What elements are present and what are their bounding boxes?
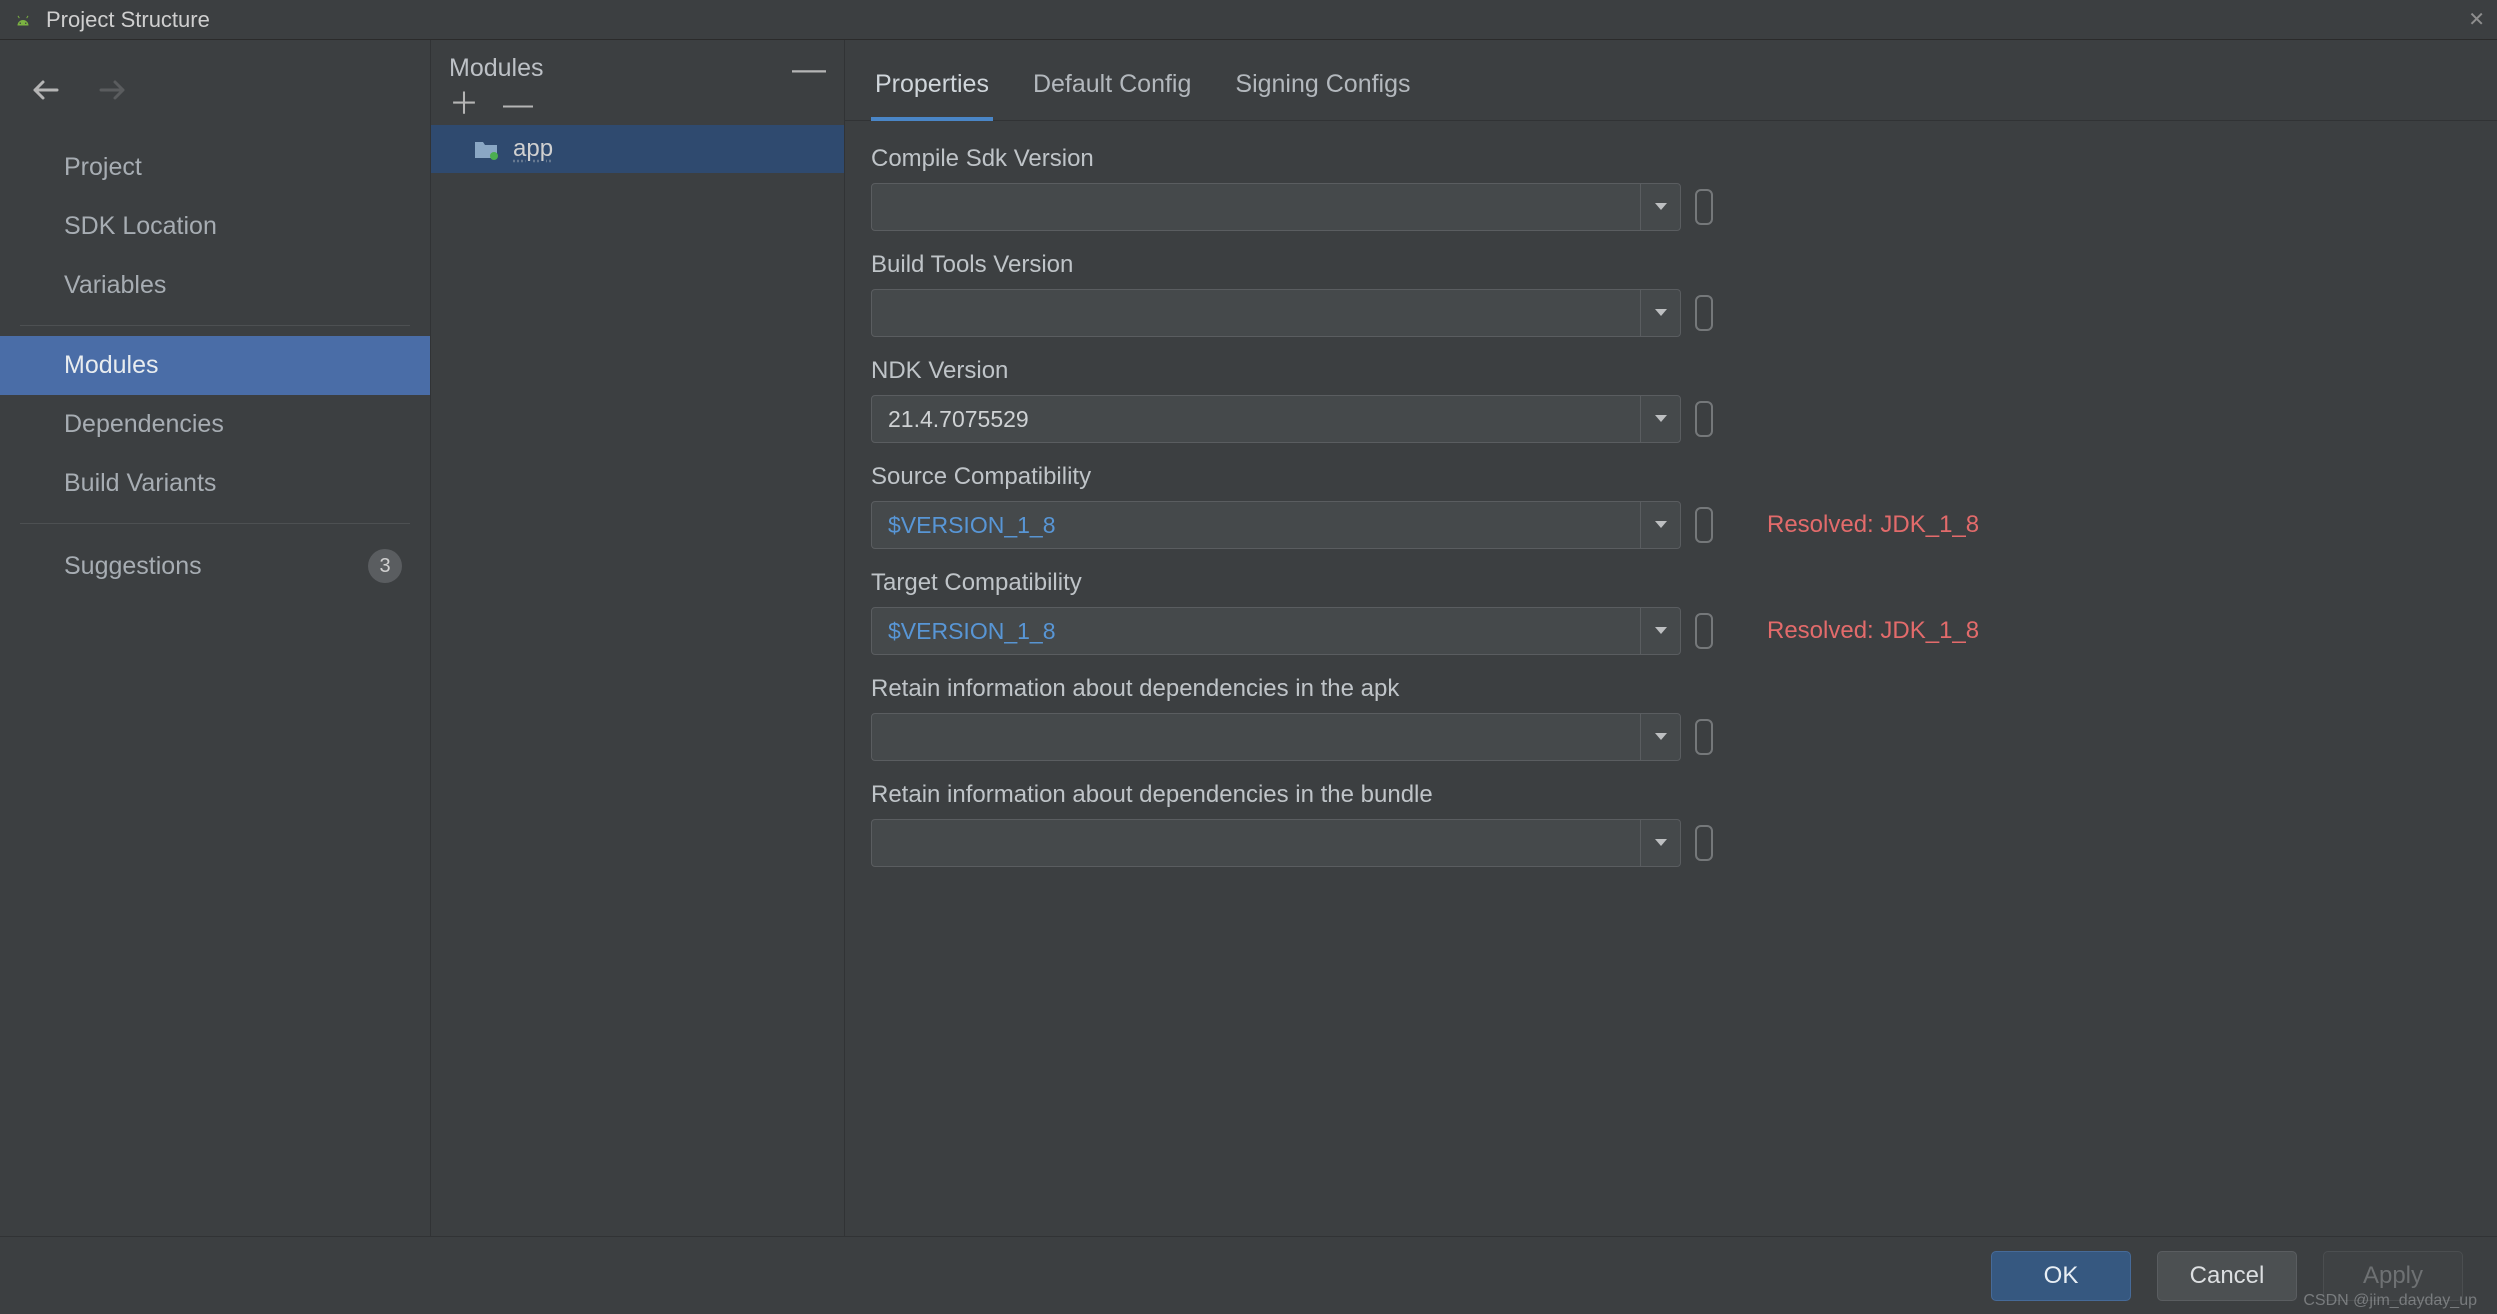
sidebar-item-label: Modules — [64, 351, 159, 380]
nav-arrows — [0, 54, 430, 138]
field-retain-apk: Retain information about dependencies in… — [871, 675, 2471, 761]
combo-value: 21.4.7075529 — [888, 406, 1640, 433]
suggestions-badge: 3 — [368, 549, 402, 583]
sidebar: Project SDK Location Variables Modules D… — [0, 40, 430, 1236]
chevron-down-icon[interactable] — [1640, 820, 1680, 866]
field-target-compat: Target Compatibility $VERSION_1_8 Resolv… — [871, 569, 2471, 655]
sidebar-item-label: Dependencies — [64, 410, 224, 439]
resolved-label: Resolved: JDK_1_8 — [1767, 617, 1979, 645]
sidebar-item-label: SDK Location — [64, 212, 217, 241]
aux-button[interactable] — [1695, 295, 1713, 331]
combo-value: $VERSION_1_8 — [888, 512, 1640, 539]
modules-header-label: Modules — [449, 54, 544, 83]
button-label: Cancel — [2190, 1262, 2265, 1290]
aux-button[interactable] — [1695, 825, 1713, 861]
sidebar-item-build-variants[interactable]: Build Variants — [0, 454, 430, 513]
aux-button[interactable] — [1695, 189, 1713, 225]
titlebar: Project Structure ✕ — [0, 0, 2497, 40]
watermark: CSDN @jim_dayday_up — [2303, 1292, 2477, 1310]
field-ndk: NDK Version 21.4.7075529 — [871, 357, 2471, 443]
chevron-down-icon[interactable] — [1640, 396, 1680, 442]
field-build-tools: Build Tools Version — [871, 251, 2471, 337]
button-label: OK — [2044, 1262, 2079, 1290]
folder-icon — [473, 138, 499, 160]
minimize-icon[interactable]: — — [792, 64, 826, 74]
retain-apk-combo[interactable] — [871, 713, 1681, 761]
close-icon[interactable]: ✕ — [2468, 7, 2485, 32]
tab-label: Default Config — [1033, 70, 1191, 98]
field-source-compat: Source Compatibility $VERSION_1_8 Resolv… — [871, 463, 2471, 549]
sidebar-item-label: Project — [64, 153, 142, 182]
tabs: Properties Default Config Signing Config… — [845, 40, 2497, 121]
chevron-down-icon[interactable] — [1640, 290, 1680, 336]
ndk-combo[interactable]: 21.4.7075529 — [871, 395, 1681, 443]
field-compile-sdk: Compile Sdk Version — [871, 145, 2471, 231]
field-label: Retain information about dependencies in… — [871, 781, 2471, 809]
tab-label: Signing Configs — [1235, 70, 1410, 98]
field-label: Compile Sdk Version — [871, 145, 2471, 173]
field-label: Target Compatibility — [871, 569, 2471, 597]
window-title: Project Structure — [46, 7, 210, 33]
modules-pane: Modules — ＋ — app — [430, 40, 845, 1236]
chevron-down-icon[interactable] — [1640, 608, 1680, 654]
aux-button[interactable] — [1695, 613, 1713, 649]
sidebar-item-suggestions[interactable]: Suggestions 3 — [0, 534, 430, 598]
compile-sdk-combo[interactable] — [871, 183, 1681, 231]
aux-button[interactable] — [1695, 507, 1713, 543]
tab-label: Properties — [875, 70, 989, 98]
nav-forward-icon — [94, 72, 130, 108]
sidebar-divider — [20, 325, 410, 326]
sidebar-item-label: Variables — [64, 271, 166, 300]
modules-toolbar: ＋ — — [431, 89, 844, 125]
source-compat-combo[interactable]: $VERSION_1_8 — [871, 501, 1681, 549]
modules-pane-header: Modules — — [431, 40, 844, 89]
aux-button[interactable] — [1695, 719, 1713, 755]
sidebar-divider — [20, 523, 410, 524]
sidebar-item-label: Build Variants — [64, 469, 216, 498]
module-item-app[interactable]: app — [431, 125, 844, 173]
build-tools-combo[interactable] — [871, 289, 1681, 337]
sidebar-item-modules[interactable]: Modules — [0, 336, 430, 395]
dialog-footer: OK Cancel Apply — [0, 1236, 2497, 1314]
chevron-down-icon[interactable] — [1640, 184, 1680, 230]
field-label: Retain information about dependencies in… — [871, 675, 2471, 703]
sidebar-item-dependencies[interactable]: Dependencies — [0, 395, 430, 454]
retain-bundle-combo[interactable] — [871, 819, 1681, 867]
resolved-label: Resolved: JDK_1_8 — [1767, 511, 1979, 539]
chevron-down-icon[interactable] — [1640, 502, 1680, 548]
field-label: NDK Version — [871, 357, 2471, 385]
android-logo-icon — [12, 9, 34, 31]
aux-button[interactable] — [1695, 401, 1713, 437]
tab-default-config[interactable]: Default Config — [1029, 58, 1195, 120]
field-retain-bundle: Retain information about dependencies in… — [871, 781, 2471, 867]
sidebar-item-variables[interactable]: Variables — [0, 256, 430, 315]
button-label: Apply — [2363, 1262, 2423, 1290]
tab-properties[interactable]: Properties — [871, 58, 993, 121]
sidebar-item-project[interactable]: Project — [0, 138, 430, 197]
content-pane: Properties Default Config Signing Config… — [845, 40, 2497, 1236]
field-label: Build Tools Version — [871, 251, 2471, 279]
add-module-icon[interactable]: ＋ — [449, 95, 479, 115]
tab-signing-configs[interactable]: Signing Configs — [1231, 58, 1414, 120]
combo-value: $VERSION_1_8 — [888, 618, 1640, 645]
nav-back-icon[interactable] — [28, 72, 64, 108]
chevron-down-icon[interactable] — [1640, 714, 1680, 760]
cancel-button[interactable]: Cancel — [2157, 1251, 2297, 1301]
remove-module-icon[interactable]: — — [503, 95, 533, 115]
module-item-label: app — [513, 135, 553, 163]
target-compat-combo[interactable]: $VERSION_1_8 — [871, 607, 1681, 655]
form-area: Compile Sdk Version Build Tools Version — [845, 121, 2497, 891]
sidebar-item-label: Suggestions — [64, 552, 202, 581]
field-label: Source Compatibility — [871, 463, 2471, 491]
ok-button[interactable]: OK — [1991, 1251, 2131, 1301]
sidebar-item-sdk-location[interactable]: SDK Location — [0, 197, 430, 256]
